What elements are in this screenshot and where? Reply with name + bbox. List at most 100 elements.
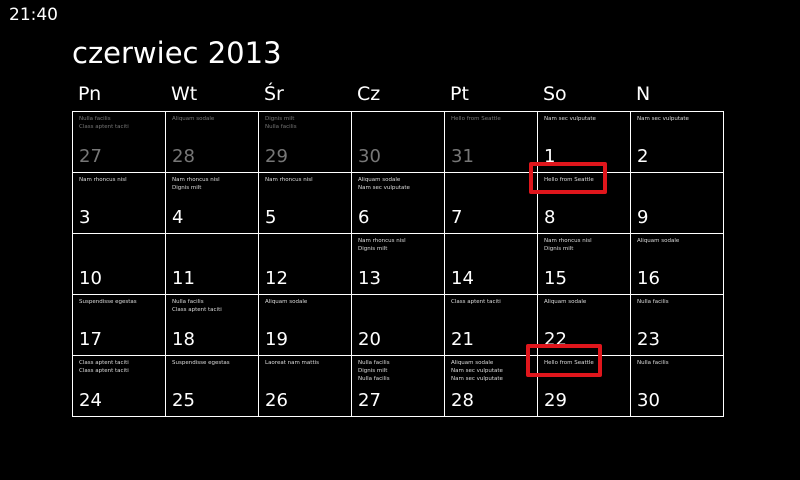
status-bar-clock: 21:40 (9, 5, 58, 25)
event-title[interactable]: Aliquam sodale (172, 115, 255, 123)
event-title[interactable]: Nam rhoncus nisl (79, 176, 162, 184)
event-list: Nulla facilis Dignis milt Nulla facilis (358, 359, 441, 383)
event-list: Hello from Seattle (544, 359, 627, 367)
event-title[interactable]: Hello from Seattle (451, 115, 534, 123)
day-cell[interactable]: Hello from Seattle 8 (538, 173, 631, 234)
event-title[interactable]: Class aptent taciti (451, 298, 534, 306)
day-number: 6 (358, 207, 370, 228)
event-title[interactable]: Nulla facilis (79, 115, 162, 123)
event-title[interactable]: Class aptent taciti (79, 123, 162, 131)
day-cell[interactable]: 10 (73, 234, 166, 295)
day-cell[interactable]: 11 (166, 234, 259, 295)
event-title[interactable]: Class aptent taciti (79, 367, 162, 375)
day-cell[interactable]: Class aptent taciti Class aptent taciti 24 (73, 356, 166, 417)
day-cell[interactable]: Nam sec vulputate 2 (631, 112, 724, 173)
day-cell[interactable]: Aliquam sodale 28 (166, 112, 259, 173)
event-title[interactable]: Dignis milt (358, 367, 441, 375)
event-title[interactable]: Dignis milt (544, 245, 627, 253)
event-list: Nulla facilis Class aptent taciti (172, 298, 255, 314)
day-cell[interactable]: Nulla facilis Class aptent taciti 27 (73, 112, 166, 173)
event-title[interactable]: Nam rhoncus nisl (358, 237, 441, 245)
event-title[interactable]: Dignis milt (172, 184, 255, 192)
day-cell[interactable]: Nulla facilis Dignis milt Nulla facilis 27 (352, 356, 445, 417)
day-cell[interactable]: 14 (445, 234, 538, 295)
day-cell[interactable]: 9 (631, 173, 724, 234)
day-number: 3 (79, 207, 91, 228)
day-cell[interactable]: Nulla facilis 23 (631, 295, 724, 356)
day-cell[interactable]: Suspendisse egestas 17 (73, 295, 166, 356)
event-title[interactable]: Suspendisse egestas (79, 298, 162, 306)
day-number: 29 (265, 146, 288, 167)
day-cell[interactable]: Nam rhoncus nisl 3 (73, 173, 166, 234)
day-number: 29 (544, 390, 567, 411)
event-title[interactable]: Aliquam sodale (637, 237, 720, 245)
day-cell[interactable]: Hello from Seattle 31 (445, 112, 538, 173)
day-cell[interactable]: 20 (352, 295, 445, 356)
day-number: 28 (451, 390, 474, 411)
calendar-screen: 21:40 czerwiec 2013 Pn Wt Śr Cz Pt So N … (0, 0, 800, 480)
event-list: Nam sec vulputate (544, 115, 627, 123)
day-number: 27 (79, 146, 102, 167)
event-title[interactable]: Aliquam sodale (265, 298, 348, 306)
event-title[interactable]: Nulla facilis (637, 359, 720, 367)
event-title[interactable]: Aliquam sodale (358, 176, 441, 184)
day-cell[interactable]: Laoreat nam mattis 26 (259, 356, 352, 417)
day-cell[interactable]: Nulla facilis Class aptent taciti 18 (166, 295, 259, 356)
day-cell[interactable]: Nam rhoncus nisl Dignis milt 4 (166, 173, 259, 234)
event-title[interactable]: Nulla facilis (637, 298, 720, 306)
day-cell[interactable]: Aliquam sodale 16 (631, 234, 724, 295)
event-title[interactable]: Class aptent taciti (79, 359, 162, 367)
weekday-wednesday: Śr (264, 83, 284, 105)
event-title[interactable]: Dignis milt (358, 245, 441, 253)
event-title[interactable]: Dignis milt (265, 115, 348, 123)
event-title[interactable]: Nulla facilis (265, 123, 348, 131)
day-cell[interactable]: Aliquam sodale 19 (259, 295, 352, 356)
weekday-tuesday: Wt (171, 83, 198, 105)
event-title[interactable]: Nam rhoncus nisl (265, 176, 348, 184)
event-title[interactable]: Nam rhoncus nisl (544, 237, 627, 245)
event-list: Aliquam sodale Nam sec vulputate (358, 176, 441, 192)
day-cell[interactable]: Hello from Seattle 29 (538, 356, 631, 417)
day-cell[interactable]: Suspendisse egestas 25 (166, 356, 259, 417)
event-title[interactable]: Nam sec vulputate (451, 367, 534, 375)
day-cell[interactable]: Aliquam sodale Nam sec vulputate Nam sec v… (445, 356, 538, 417)
day-cell[interactable]: Nam rhoncus nisl Dignis milt 13 (352, 234, 445, 295)
day-cell[interactable]: Dignis milt Nulla facilis 29 (259, 112, 352, 173)
day-cell[interactable]: Nam rhoncus nisl 5 (259, 173, 352, 234)
day-cell[interactable]: Nulla facilis 30 (631, 356, 724, 417)
weekday-friday: Pt (450, 83, 469, 105)
event-list: Nam rhoncus nisl Dignis milt (544, 237, 627, 253)
event-title[interactable]: Nam sec vulputate (451, 375, 534, 383)
day-number: 30 (358, 146, 381, 167)
event-title[interactable]: Hello from Seattle (544, 359, 627, 367)
day-number: 2 (637, 146, 649, 167)
month-title[interactable]: czerwiec 2013 (72, 36, 282, 70)
day-cell[interactable]: Nam rhoncus nisl Dignis milt 15 (538, 234, 631, 295)
event-title[interactable]: Aliquam sodale (544, 298, 627, 306)
event-title[interactable]: Suspendisse egestas (172, 359, 255, 367)
event-title[interactable]: Laoreat nam mattis (265, 359, 348, 367)
day-number: 10 (79, 268, 102, 289)
event-title[interactable]: Nulla facilis (358, 375, 441, 383)
event-list: Class aptent taciti Class aptent taciti (79, 359, 162, 375)
event-list: Nulla facilis (637, 298, 720, 306)
event-title[interactable]: Hello from Seattle (544, 176, 627, 184)
event-list: Hello from Seattle (451, 115, 534, 123)
day-cell[interactable]: Aliquam sodale Nam sec vulputate 6 (352, 173, 445, 234)
event-title[interactable]: Nam sec vulputate (637, 115, 720, 123)
event-title[interactable]: Nam rhoncus nisl (172, 176, 255, 184)
day-cell[interactable]: Class aptent taciti 21 (445, 295, 538, 356)
event-title[interactable]: Aliquam sodale (451, 359, 534, 367)
day-cell[interactable]: 7 (445, 173, 538, 234)
event-title[interactable]: Nulla facilis (358, 359, 441, 367)
event-title[interactable]: Nulla facilis (172, 298, 255, 306)
day-cell[interactable]: Nam sec vulputate 1 (538, 112, 631, 173)
day-number: 23 (637, 329, 660, 350)
event-title[interactable]: Nam sec vulputate (358, 184, 441, 192)
day-cell[interactable]: 12 (259, 234, 352, 295)
event-title[interactable]: Nam sec vulputate (544, 115, 627, 123)
day-cell[interactable]: 30 (352, 112, 445, 173)
day-cell[interactable]: Aliquam sodale 22 (538, 295, 631, 356)
weekday-saturday: So (543, 83, 567, 105)
event-title[interactable]: Class aptent taciti (172, 306, 255, 314)
